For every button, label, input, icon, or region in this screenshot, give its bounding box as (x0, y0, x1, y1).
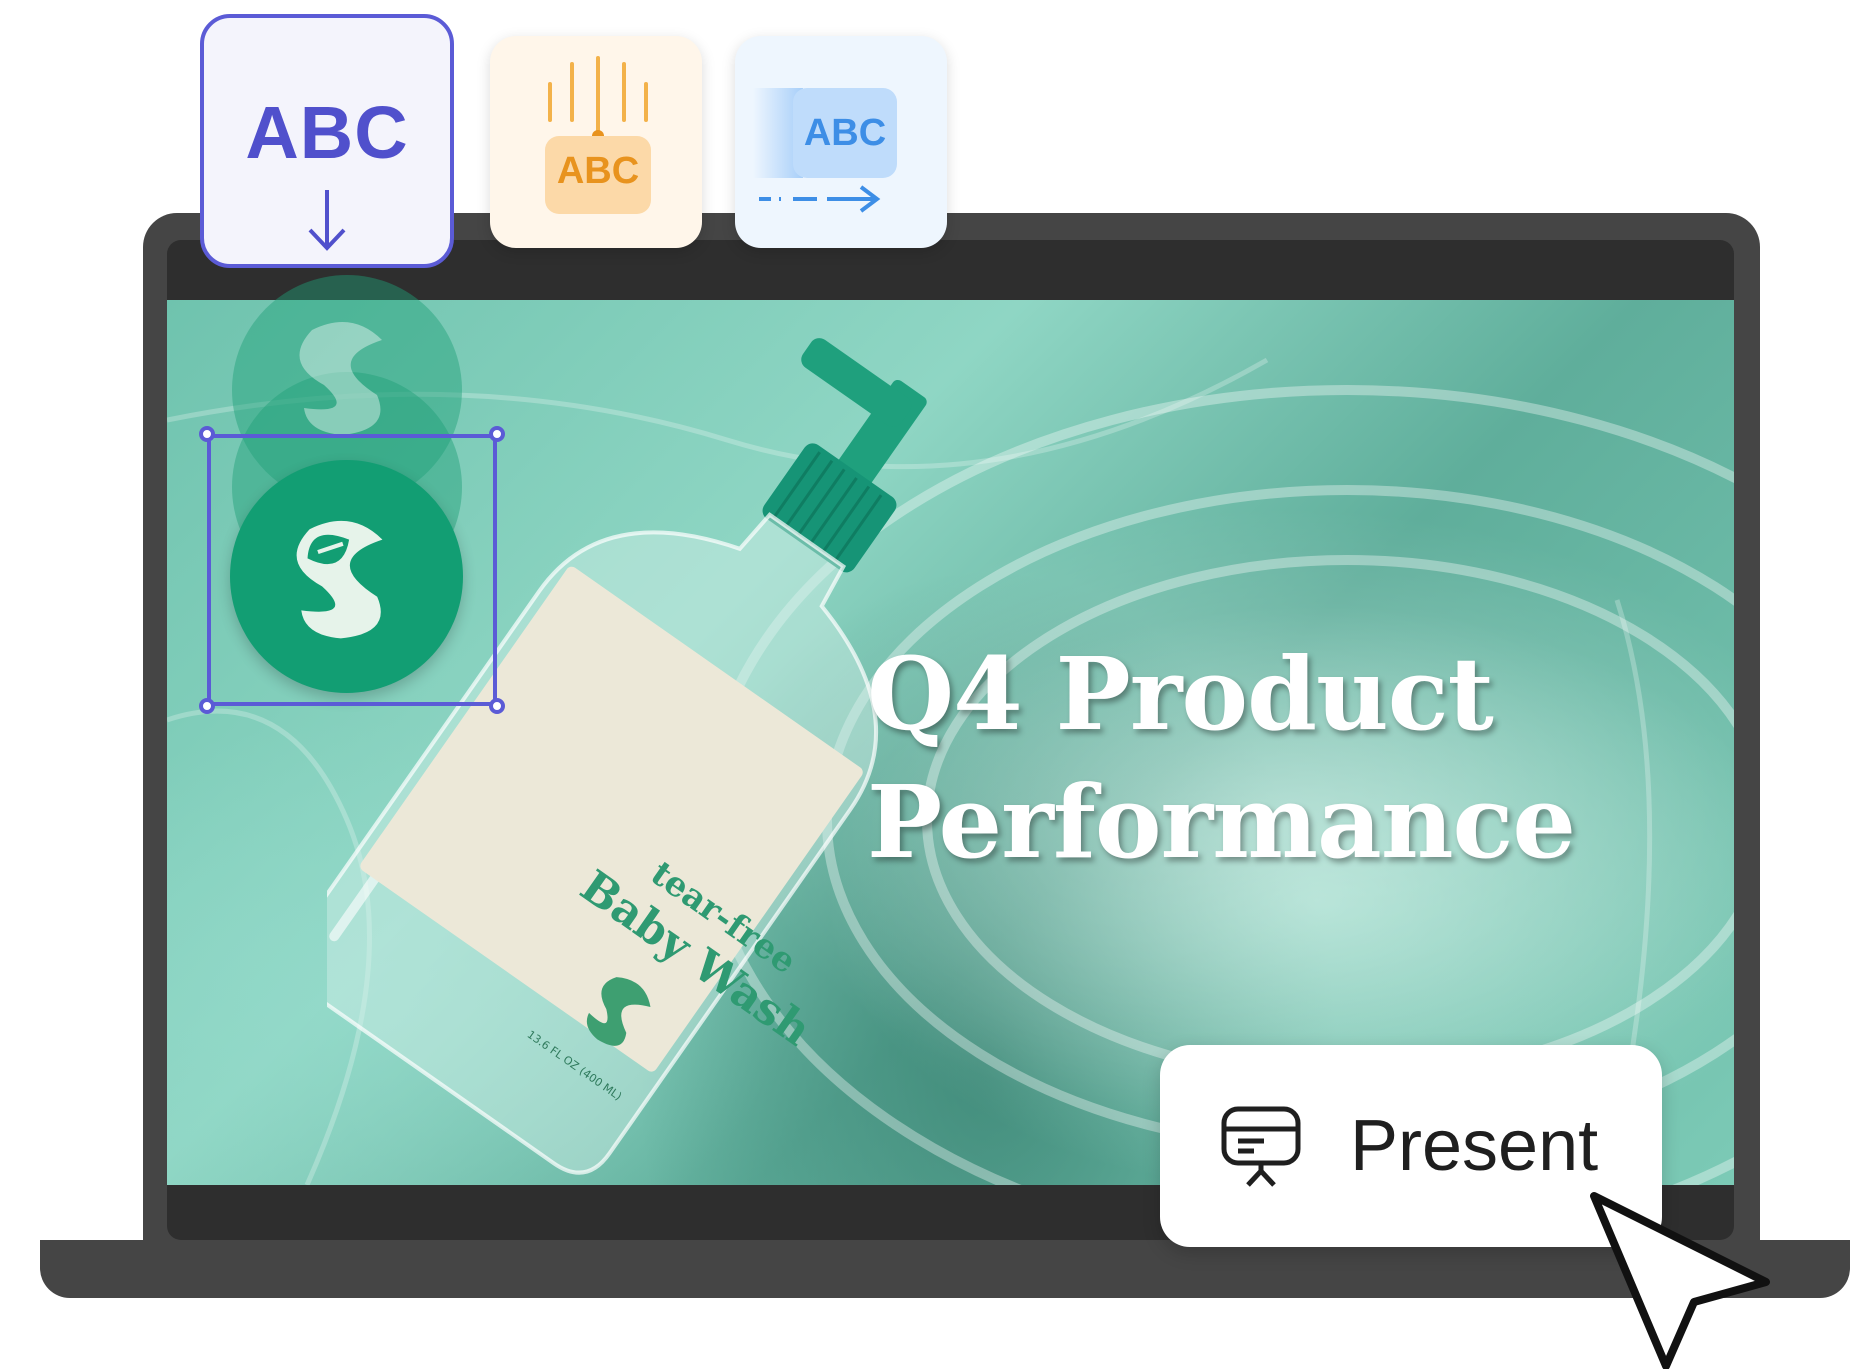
laptop-base (40, 1240, 1850, 1298)
fall-lines-icon (548, 56, 648, 142)
slide-title-line2: Performance (867, 763, 1576, 881)
resize-handle-bottom-left[interactable] (199, 698, 215, 714)
resize-handle-top-right[interactable] (489, 426, 505, 442)
arrow-right-icon (759, 185, 881, 213)
animation-slide-in-button[interactable]: ABC (735, 36, 947, 248)
animation-fall-button[interactable]: ABC (490, 36, 702, 248)
present-button-label: Present (1350, 1106, 1599, 1186)
presentation-icon (1221, 1106, 1301, 1187)
fall-preview-box: ABC (545, 136, 651, 214)
animation-drop-in-label: ABC (245, 91, 409, 174)
slide-title-line1: Q4 Product (867, 635, 1494, 753)
leaf-logo-ghost-icon (299, 322, 382, 435)
selection-box[interactable] (207, 434, 497, 706)
resize-handle-top-left[interactable] (199, 426, 215, 442)
arrow-down-icon (308, 190, 346, 251)
present-button[interactable]: Present (1160, 1045, 1662, 1247)
cursor-icon (1590, 1192, 1770, 1369)
animation-slide-in-label: ABC (803, 112, 887, 154)
animation-drop-in-button[interactable]: ABC (200, 14, 454, 268)
animation-fall-label: ABC (556, 150, 640, 192)
slide-title[interactable]: Q4 Product Performance (867, 630, 1717, 886)
slide-preview-box: ABC (793, 88, 897, 178)
resize-handle-bottom-right[interactable] (489, 698, 505, 714)
